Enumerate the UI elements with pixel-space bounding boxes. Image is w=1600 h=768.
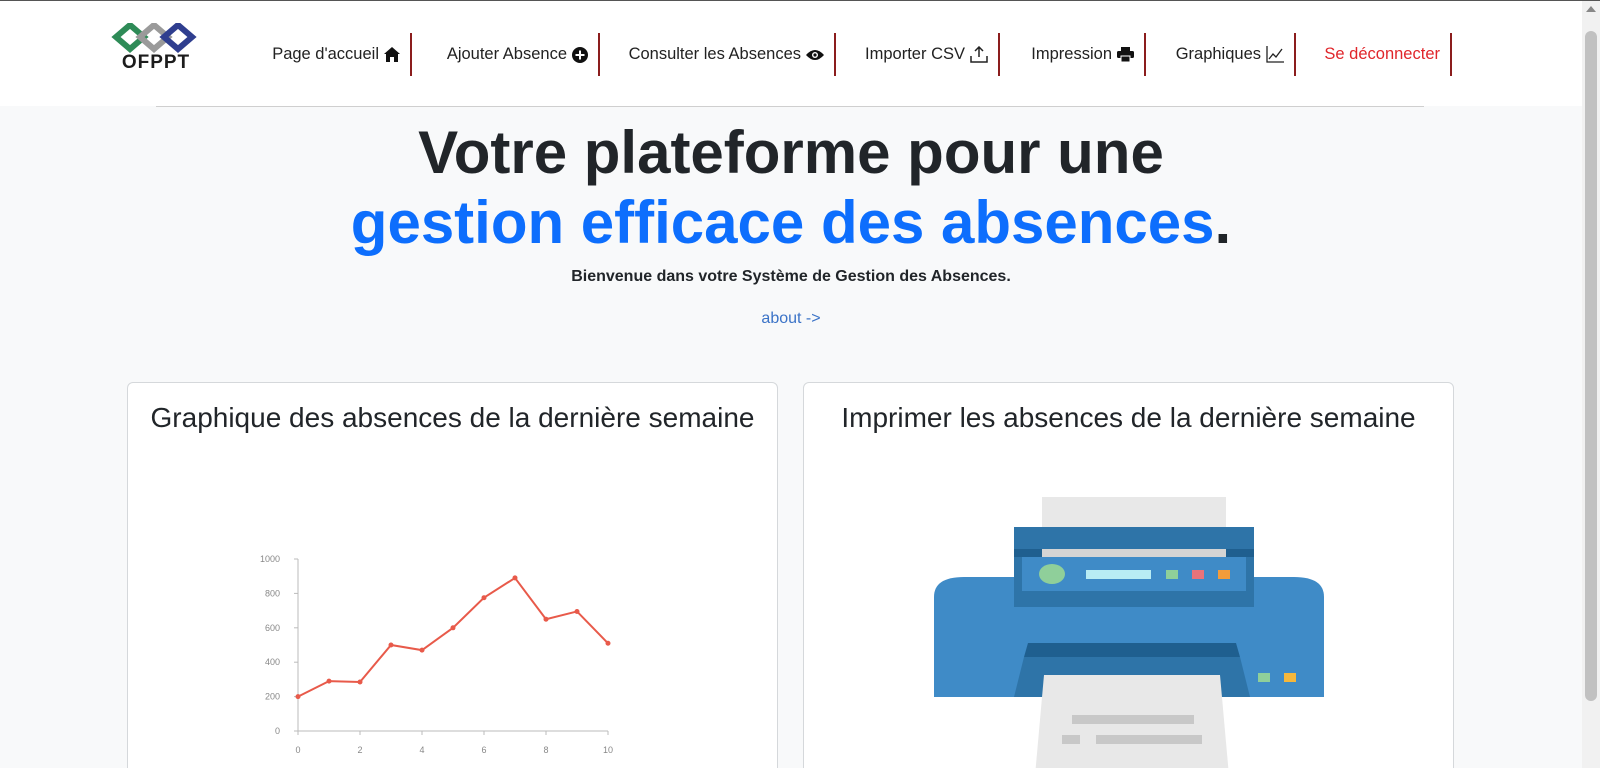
chart-data-point — [295, 694, 301, 700]
chart-x-tick-label: 4 — [419, 745, 424, 755]
chart-data-point — [605, 640, 611, 646]
about-link-text[interactable]: about -> — [761, 310, 820, 327]
chart-y-tick-label: 0 — [275, 726, 280, 736]
nav-home[interactable]: Page d'accueil — [266, 33, 412, 76]
nav-home-label: Page d'accueil — [272, 45, 379, 63]
hero-title-highlight: gestion efficace des absences — [350, 189, 1215, 256]
chart-y-tick-label: 800 — [265, 588, 280, 598]
nav-logout[interactable]: Se déconnecter — [1296, 33, 1452, 76]
nav-import-csv[interactable]: Importer CSV — [836, 33, 1000, 76]
printer-illustration — [934, 497, 1324, 768]
chart-card[interactable]: Graphique des absences de la dernière se… — [127, 382, 778, 768]
chart-data-point — [450, 625, 456, 631]
hero-subtitle: Bienvenue dans votre Système de Gestion … — [571, 268, 1011, 285]
chart-data-point — [481, 595, 487, 601]
print-card-title: Imprimer les absences de la dernière sem… — [841, 402, 1416, 433]
navbar: OFPPT Page d'accueil Ajouter Absence Con… — [0, 1, 1582, 106]
nav-view-absences[interactable]: Consulter les Absences — [600, 33, 836, 76]
nav-view-absences-label: Consulter les Absences — [628, 45, 801, 63]
chart-data-point — [419, 647, 425, 653]
chart-data-point — [388, 642, 394, 648]
chart-data-point — [326, 678, 332, 684]
scrollbar-thumb[interactable] — [1585, 31, 1597, 701]
page-scrollbar[interactable] — [1582, 1, 1600, 768]
upload-icon — [970, 46, 988, 63]
hero-title-line1: Votre plateforme pour une — [418, 119, 1164, 186]
print-card[interactable]: Imprimer les absences de la dernière sem… — [803, 382, 1454, 768]
header-divider — [156, 106, 1424, 107]
nav-add-absence[interactable]: Ajouter Absence — [412, 33, 600, 76]
plus-circle-icon — [572, 46, 588, 63]
nav-charts-label: Graphiques — [1175, 45, 1261, 63]
chart-y-tick-label: 1000 — [260, 554, 280, 564]
nav-print-label: Impression — [1031, 45, 1112, 63]
eye-icon — [806, 49, 824, 61]
nav-print[interactable]: Impression — [1000, 33, 1146, 76]
absence-line-chart: 0 200 400 600 800 1000 0 2 4 6 8 10 — [260, 554, 613, 755]
hero-title: Votre plateforme pour une gestion effica… — [0, 118, 1582, 258]
nav-charts[interactable]: Graphiques — [1146, 33, 1296, 76]
printer-icon — [1117, 47, 1134, 62]
chart-y-tick-label: 400 — [265, 657, 280, 667]
chart-x-tick-label: 0 — [295, 745, 300, 755]
nav-logout-label: Se déconnecter — [1324, 45, 1440, 63]
chart-data-point — [543, 616, 549, 622]
chart-x-tick-label: 8 — [543, 745, 548, 755]
chart-data-point — [357, 679, 363, 685]
nav-import-csv-label: Importer CSV — [865, 45, 965, 63]
chart-x-tick-label: 6 — [481, 745, 486, 755]
line-chart-icon — [1266, 46, 1284, 63]
chart-data-point — [512, 575, 518, 581]
chart-data-point — [574, 608, 580, 614]
main-nav: Page d'accueil Ajouter Absence Consulter… — [0, 33, 1582, 76]
hero-title-period: . — [1214, 189, 1232, 256]
chart-x-tick-label: 10 — [603, 745, 613, 755]
chart-series-line — [297, 576, 609, 698]
chart-x-tick-label: 2 — [357, 745, 362, 755]
home-icon — [384, 47, 400, 62]
chart-y-tick-label: 200 — [265, 692, 280, 702]
scroll-up-arrow-icon[interactable] — [1586, 6, 1596, 12]
about-link: about -> — [0, 310, 1582, 328]
chart-y-tick-label: 600 — [265, 623, 280, 633]
nav-add-absence-label: Ajouter Absence — [446, 45, 567, 63]
chart-card-title: Graphique des absences de la dernière se… — [150, 402, 755, 433]
